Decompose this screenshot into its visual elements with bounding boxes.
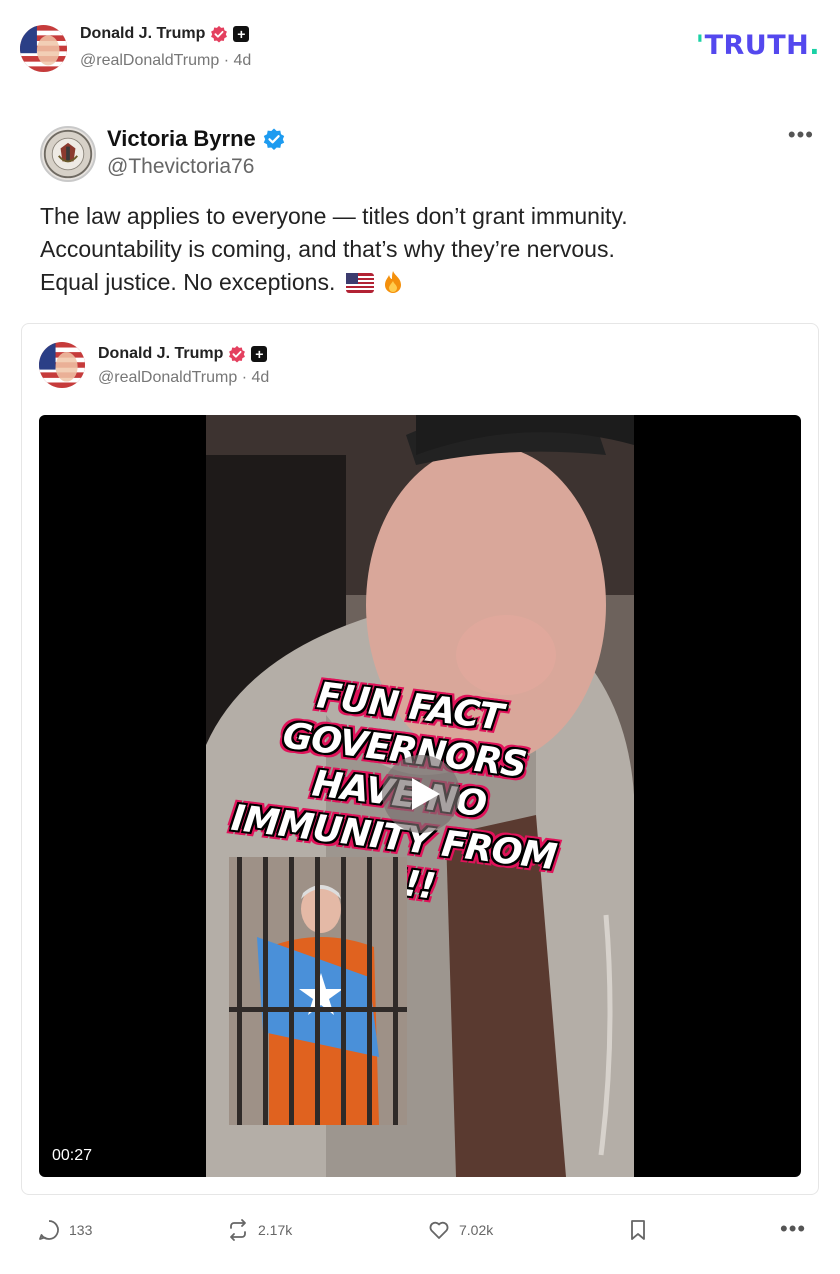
tweet-more-options-icon[interactable]: ••• — [788, 124, 814, 146]
verified-badge-icon — [211, 25, 228, 43]
quoted-post-time[interactable]: 4d — [252, 369, 270, 386]
tweet-line-2: Accountability is coming, and that’s why… — [40, 236, 615, 262]
jail-inset-image — [229, 857, 407, 1125]
fire-emoji-icon — [385, 271, 402, 293]
tweet-line-3-row: Equal justice. No exceptions. — [40, 266, 800, 299]
author-handle-row: @realDonaldTrump · 4d — [80, 52, 251, 70]
quoted-author-handle[interactable]: @realDonaldTrump — [98, 369, 237, 386]
tweet-author-avatar[interactable] — [40, 126, 96, 182]
quoted-author-name-row: Donald J. Trump + — [98, 345, 268, 363]
truth-logo[interactable]: 'TRUTH. — [696, 30, 820, 61]
quoted-author-handle-row: @realDonaldTrump · 4d — [98, 369, 269, 387]
verified-badge-icon — [229, 345, 246, 363]
separator: · — [223, 52, 230, 69]
tweet-author-handle[interactable]: @Thevictoria76 — [107, 155, 254, 179]
author-handle[interactable]: @realDonaldTrump — [80, 52, 219, 69]
like-count: 7.02k — [459, 1222, 494, 1238]
plus-badge-icon: + — [233, 26, 250, 42]
post-time[interactable]: 4d — [234, 52, 252, 69]
reply-icon — [39, 1220, 59, 1240]
play-icon — [411, 778, 440, 810]
author-name[interactable]: Donald J. Trump — [80, 25, 205, 43]
blue-check-icon — [263, 128, 284, 150]
tweet-author-name-row: Victoria Byrne — [107, 126, 286, 152]
plus-badge-icon: + — [251, 346, 268, 362]
tweet-text: The law applies to everyone — titles don… — [40, 200, 800, 299]
bookmark-icon — [631, 1220, 645, 1240]
video-player[interactable]: FUN FACT GOVERNORS HAVE NO IMMUNITY FROM… — [39, 415, 801, 1177]
retruth-icon — [230, 1219, 246, 1241]
like-button[interactable]: 7.02k — [427, 1217, 493, 1243]
logo-text: TRUTH — [704, 30, 810, 61]
author-avatar[interactable] — [20, 25, 67, 72]
author-name-row: Donald J. Trump + — [80, 25, 250, 43]
quoted-author-avatar[interactable] — [39, 342, 85, 388]
heart-icon — [429, 1221, 449, 1239]
reply-count: 133 — [69, 1222, 93, 1238]
tweet-line-1: The law applies to everyone — titles don… — [40, 203, 628, 229]
tweet-line-3: Equal justice. No exceptions. — [40, 269, 336, 295]
retruth-count: 2.17k — [258, 1222, 293, 1238]
reply-button[interactable]: 133 — [37, 1217, 92, 1243]
truth-post-page: Donald J. Trump + @realDonaldTrump · 4d … — [0, 0, 840, 1274]
retruth-button[interactable]: 2.17k — [226, 1217, 292, 1243]
video-duration: 00:27 — [52, 1147, 93, 1164]
post-more-options-icon[interactable]: ••• — [780, 1218, 806, 1240]
flag-us-emoji-icon — [345, 273, 374, 293]
play-button[interactable] — [382, 755, 460, 833]
quoted-author-name[interactable]: Donald J. Trump — [98, 345, 223, 363]
tweet-author-name[interactable]: Victoria Byrne — [107, 126, 256, 152]
separator: · — [241, 369, 248, 386]
bookmark-button[interactable] — [626, 1217, 650, 1243]
